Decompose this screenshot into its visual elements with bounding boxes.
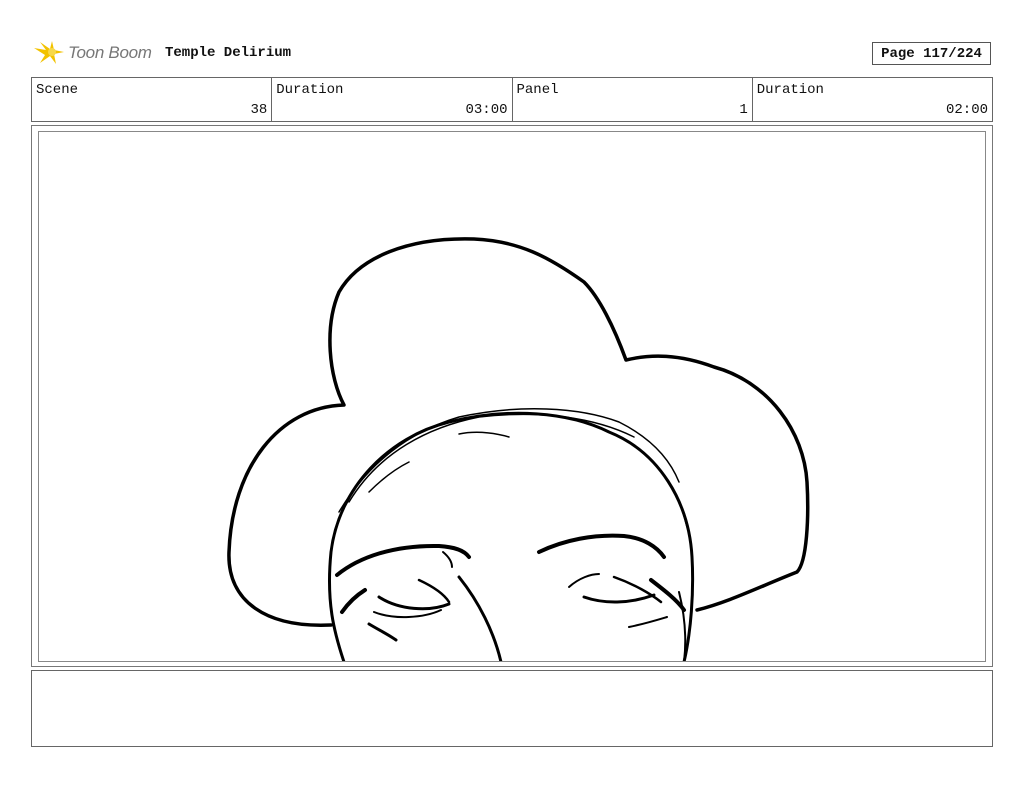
hair-line [650,459,688,528]
toon-boom-star-icon [34,41,64,64]
storyboard-panel-frame [31,125,993,667]
page-number: Page 117/224 [872,42,991,65]
left-outer-lash [340,588,367,614]
logo-text: Toon Boom [68,43,152,62]
hair-line [338,408,680,513]
scene-label: Scene [36,82,79,98]
hat-outline [227,237,810,627]
project-title: Temple Delirium [165,45,292,61]
cheek-line [457,575,503,661]
left-eye-inner [442,551,453,568]
toon-boom-logo: Toon Boom [32,38,152,68]
panel-duration-cell: Duration 02:00 [753,78,992,121]
left-eye-lash [417,578,451,604]
panel-value: 1 [739,102,748,118]
left-cheek-mark [367,622,398,642]
right-eyebrow [537,533,666,559]
right-closed-eye [582,593,656,604]
hair-line [348,413,635,503]
scene-cell: Scene 38 [32,78,273,121]
right-eye-upper [568,573,600,588]
scene-duration-cell: Duration 03:00 [272,78,513,121]
scene-value: 38 [250,102,268,118]
left-closed-eye [377,595,451,611]
scene-duration-label: Duration [276,82,344,98]
scene-duration-value: 03:00 [465,102,508,118]
right-cheek-mark [628,616,668,628]
panel-sketch [227,237,810,661]
left-eye-lower [373,609,442,619]
panel-cell: Panel 1 [513,78,753,121]
panel-label: Panel [516,82,559,98]
hair-line [458,431,510,438]
panel-duration-value: 02:00 [945,102,988,118]
storyboard-panel [38,131,986,662]
info-row: Scene 38 Duration 03:00 Panel 1 Duration… [31,77,993,122]
notes-box [31,670,993,747]
panel-duration-label: Duration [756,82,824,98]
